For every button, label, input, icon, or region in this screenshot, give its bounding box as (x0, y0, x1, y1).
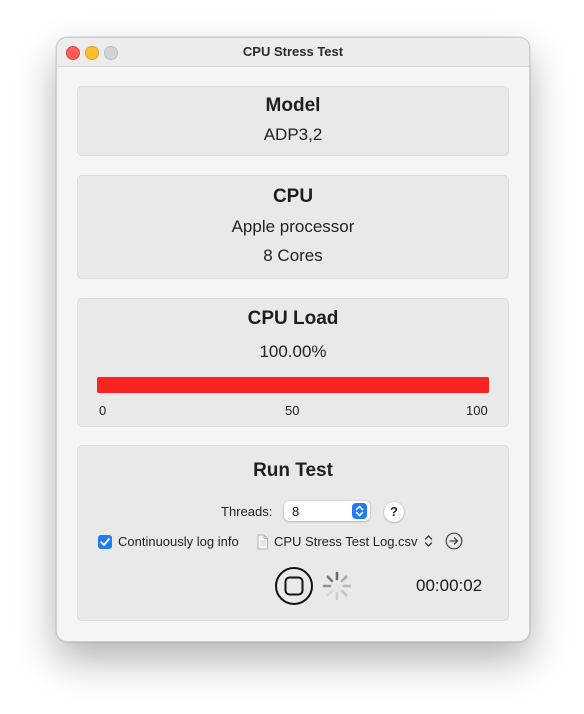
cpu-load-bar-fill (97, 377, 489, 393)
arrow-circle-right-icon[interactable] (445, 532, 463, 555)
log-file-popup[interactable]: CPU Stress Test Log.csv (274, 534, 418, 549)
log-checkbox-label[interactable]: Continuously log info (118, 534, 239, 549)
cpu-load-heading: CPU Load (247, 308, 339, 329)
checkmark-icon (100, 538, 110, 546)
cpu-heading: CPU (272, 186, 314, 207)
cpu-load-tick-min: 0 (99, 403, 107, 418)
cpu-load-bar (97, 377, 489, 393)
threads-select[interactable]: 8 (284, 501, 370, 521)
cpu-name: Apple processor (231, 217, 355, 236)
threads-select-value: 8 (292, 504, 300, 519)
run-test-heading: Run Test (253, 460, 333, 481)
title-bar[interactable]: CPU Stress Test (57, 38, 529, 67)
cpu-load-tick-max: 100 (466, 403, 488, 418)
window-title: CPU Stress Test (242, 44, 344, 59)
run-test-panel: Run Test Threads: 8 ? Continuously log i… (77, 445, 509, 621)
threads-label: Threads: (221, 504, 273, 519)
cpu-panel: CPU Apple processor 8 Cores (77, 175, 509, 279)
help-button[interactable]: ? (384, 502, 404, 522)
model-value: ADP3,2 (263, 125, 323, 144)
activity-spinner-icon (321, 570, 353, 607)
elapsed-time: 00:00:02 (416, 576, 483, 595)
cpu-load-panel: CPU Load 100.00% 0 50 100 (77, 298, 509, 427)
up-down-chevron-icon (352, 503, 367, 519)
cpu-load-tick-mid: 50 (285, 403, 300, 418)
model-heading: Model (265, 95, 321, 116)
document-icon (256, 534, 269, 555)
cpu-load-percent: 100.00% (259, 342, 327, 361)
cpu-cores: 8 Cores (263, 246, 323, 265)
stop-icon[interactable] (274, 566, 314, 611)
log-checkbox[interactable] (98, 535, 112, 549)
chevron-up-down-icon[interactable] (424, 534, 433, 553)
model-panel: Model ADP3,2 (77, 86, 509, 156)
app-window: CPU Stress Test Model ADP3,2 CPU Apple p… (56, 37, 530, 642)
